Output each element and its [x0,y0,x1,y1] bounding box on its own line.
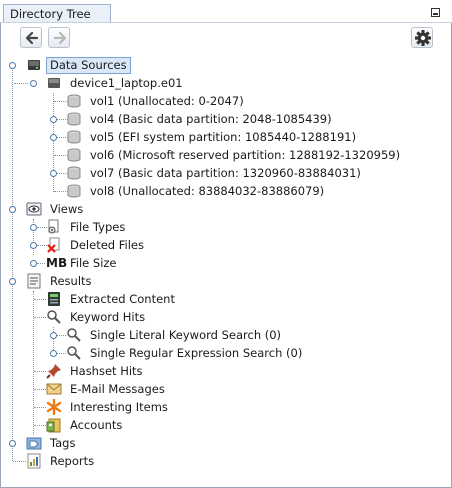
tree-guide-line [14,83,28,84]
tree-item-volume[interactable]: vol4 (Basic data partition: 2048-1085439… [90,110,332,128]
tree-item-device[interactable]: device1_laptop.e01 [70,74,183,92]
tree-item-accounts[interactable]: Accounts [70,416,122,434]
tag-icon [26,437,42,450]
tree-item-extracted-content[interactable]: Extracted Content [70,290,175,308]
deleted-file-icon [47,237,60,253]
tab-directory-tree[interactable]: Directory Tree [3,4,111,22]
tree-item-deleted-files[interactable]: Deleted Files [70,236,144,254]
tree-item-results[interactable]: Results [50,272,92,290]
back-arrow-icon [25,31,39,45]
tree-item-keyword-hits[interactable]: Keyword Hits [70,308,145,326]
expand-toggle[interactable] [50,116,57,123]
tree-item-email-messages[interactable]: E-Mail Messages [70,380,165,398]
tree-item-volume[interactable]: vol8 (Unallocated: 83884032-83886079) [90,182,324,200]
minimize-icon[interactable] [431,8,440,17]
expand-toggle[interactable] [50,134,57,141]
report-icon [27,453,41,469]
results-list-icon [27,273,41,289]
tree-guide-line [34,389,46,390]
volume-icon [67,94,81,108]
tab-label: Directory Tree [10,7,91,21]
tree-guide-line [33,291,34,435]
expand-toggle[interactable] [50,332,57,339]
expand-toggle[interactable] [9,206,16,213]
tree-item-single-regex-search[interactable]: Single Regular Expression Search (0) [90,344,302,362]
extracted-content-icon [48,292,60,306]
disk-image-icon [48,78,60,88]
expand-toggle[interactable] [50,350,57,357]
forward-button[interactable] [48,27,70,48]
tree-guide-line [34,299,46,300]
tree-item-volume[interactable]: vol6 (Microsoft reserved partition: 1288… [90,146,400,164]
tree-item-volume[interactable]: vol5 (EFI system partition: 1085440-1288… [90,128,356,146]
tree-guide-line [12,65,13,461]
tree-guide-line [34,317,46,318]
pushpin-icon [46,364,61,379]
tree-item-hashset-hits[interactable]: Hashset Hits [70,362,143,380]
tree-guide-line [13,461,26,462]
tree-guide-line [34,371,46,372]
file-size-icon: MB [46,256,68,270]
accounts-icon [46,418,61,433]
tree-item-interesting-items[interactable]: Interesting Items [70,398,168,416]
gear-icon [415,30,431,46]
expand-toggle[interactable] [30,242,37,249]
volume-icon [67,166,81,180]
tree-item-tags[interactable]: Tags [50,434,75,452]
tree-item-data-sources[interactable]: Data Sources [46,57,131,74]
eye-icon [26,202,42,216]
tree-guide-line [34,407,46,408]
tree-item-reports[interactable]: Reports [50,452,94,470]
expand-toggle[interactable] [50,170,57,177]
tree-guide-line [57,353,66,354]
expand-toggle[interactable] [30,224,37,231]
tree-guide-line [34,425,46,426]
tree-guide-line [37,263,45,264]
hard-drive-icon [28,60,40,70]
volume-icon [67,112,81,126]
tree-item-file-types[interactable]: File Types [70,218,125,236]
file-types-icon [48,219,59,234]
back-button[interactable] [20,27,42,48]
envelope-icon [46,383,62,395]
tree-item-single-literal-search[interactable]: Single Literal Keyword Search (0) [90,326,281,344]
directory-tree: Data Sources device1_laptop.e01 vol1 (Un… [0,56,452,476]
volume-icon [67,184,81,198]
tree-guide-line [57,335,66,336]
magnifier-icon [67,328,81,342]
expand-toggle[interactable] [9,62,16,69]
tree-item-views[interactable]: Views [50,200,83,218]
expand-toggle[interactable] [9,440,16,447]
tree-guide-line [53,93,54,192]
magnifier-icon [67,346,81,360]
expand-toggle[interactable] [30,260,37,267]
expand-toggle[interactable] [30,80,37,87]
tree-item-volume[interactable]: vol7 (Basic data partition: 1320960-8388… [90,164,361,182]
tab-bar: Directory Tree [0,0,452,23]
expand-toggle[interactable] [9,278,16,285]
asterisk-icon [46,399,62,415]
volume-icon [67,130,81,144]
magnifier-icon [47,310,61,324]
forward-arrow-icon [53,31,67,45]
settings-button[interactable] [411,27,433,48]
tree-item-volume[interactable]: vol1 (Unallocated: 0-2047) [90,92,244,110]
tree-item-file-size[interactable]: File Size [70,254,117,272]
toolbar [0,23,452,53]
volume-icon [67,148,81,162]
